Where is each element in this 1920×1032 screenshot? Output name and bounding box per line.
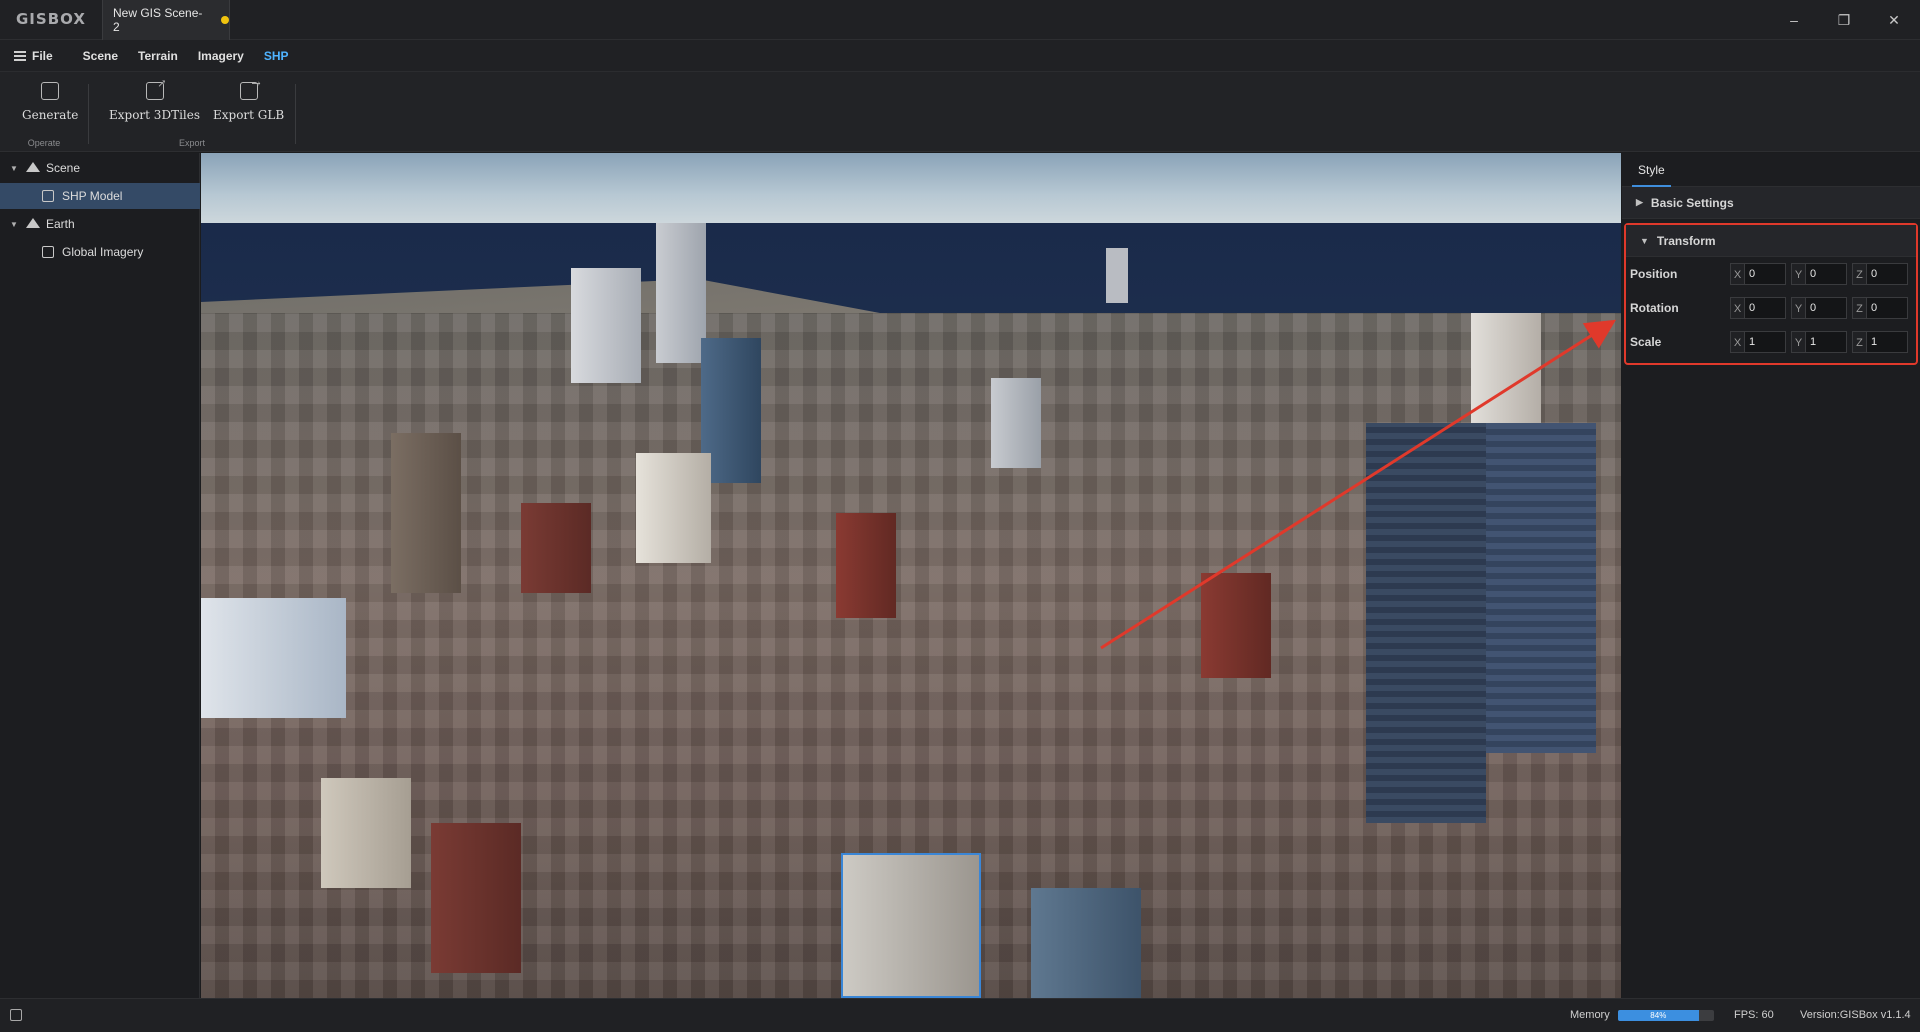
memory-percent-text: 84% (1650, 1011, 1667, 1020)
tree-item-label: SHP Model (62, 189, 123, 203)
axis-x-label: X (1730, 331, 1744, 353)
export-icon: ↗ (145, 78, 167, 100)
unsaved-indicator (221, 16, 229, 24)
menu-scene[interactable]: Scene (73, 40, 128, 72)
tree-item-label: Scene (46, 161, 81, 175)
axis-y-label: Y (1791, 263, 1805, 285)
export-3dtiles-button[interactable]: ↗ Export 3DTiles (109, 78, 201, 128)
expand-caret-icon[interactable]: ▼ (10, 164, 18, 173)
tab-style[interactable]: Style (1632, 153, 1671, 187)
position-row: Position X Y Z (1630, 261, 1913, 287)
axis-z-label: Z (1852, 297, 1866, 319)
rotation-y-input[interactable] (1805, 297, 1847, 319)
memory-progress: 84% (1618, 1010, 1714, 1021)
scale-label: Scale (1630, 335, 1662, 349)
tree-item-global-imagery[interactable]: Global Imagery (0, 239, 200, 265)
generate-button[interactable]: Generate (22, 82, 78, 128)
export-3dtiles-label: Export 3DTiles (109, 108, 201, 122)
menu-imagery[interactable]: Imagery (188, 40, 254, 72)
log-icon[interactable] (10, 1009, 22, 1021)
menu-shp[interactable]: SHP (254, 40, 299, 72)
restore-button[interactable]: ❐ (1820, 0, 1868, 40)
scale-row: Scale X Y Z (1630, 329, 1913, 355)
ribbon-divider (295, 84, 296, 144)
rotation-row: Rotation X Y Z (1630, 295, 1913, 321)
transform-header[interactable]: ▼ Transform (1626, 225, 1916, 257)
axis-z-label: Z (1852, 331, 1866, 353)
rotation-label: Rotation (1630, 301, 1679, 315)
scene-tree: ▼ Scene SHP Model ▼ Earth Global Imagery (0, 153, 200, 998)
operate-group: Generate Operate (0, 72, 88, 152)
position-x-input[interactable] (1744, 263, 1786, 285)
menu-bar: File Scene Terrain Imagery SHP (0, 40, 1920, 72)
minimize-icon: – (1790, 12, 1798, 28)
expand-caret-icon: ▶ (1636, 197, 1643, 207)
document-tab[interactable]: New GIS Scene-2 (102, 0, 230, 40)
close-icon: ✕ (1888, 11, 1900, 28)
expand-caret-icon[interactable]: ▼ (10, 220, 18, 229)
imagery-icon (42, 246, 56, 258)
menu-terrain[interactable]: Terrain (128, 40, 188, 72)
status-bar: Memory 84% FPS: 60 Version:GISBox v1.1.4 (0, 998, 1920, 1032)
model-icon (42, 190, 56, 202)
tree-item-earth[interactable]: ▼ Earth (0, 211, 200, 237)
operate-caption: Operate (27, 138, 61, 148)
axis-z-label: Z (1852, 263, 1866, 285)
properties-panel: Style ▶ Basic Settings ▼ Transform Posit… (1622, 153, 1920, 998)
transform-label: Transform (1656, 233, 1716, 248)
ribbon-toolbar: Generate Operate ↗ Export 3DTiles → Expo… (0, 72, 1920, 152)
restore-icon: ❐ (1837, 11, 1851, 28)
basic-settings-label: Basic Settings (1650, 195, 1734, 210)
collapse-caret-icon: ▼ (1640, 235, 1649, 246)
file-menu-label: File (32, 48, 53, 63)
tree-item-shp-model[interactable]: SHP Model (0, 183, 200, 209)
axis-y-label: Y (1791, 331, 1805, 353)
position-y-input[interactable] (1805, 263, 1847, 285)
properties-tabs: Style (1622, 153, 1920, 187)
export-icon: → (239, 78, 261, 100)
axis-y-label: Y (1791, 297, 1805, 319)
export-glb-label: Export GLB (213, 108, 285, 122)
position-label: Position (1630, 267, 1678, 281)
axis-x-label: X (1730, 263, 1744, 285)
memory-progress-fill: 84% (1618, 1010, 1699, 1021)
export-group: ↗ Export 3DTiles → Export GLB Export (89, 72, 295, 152)
generate-icon (41, 82, 60, 100)
memory-label: Memory (1570, 1009, 1610, 1021)
transform-section: ▼ Transform Position X Y Z Rotation X Y … (1624, 223, 1918, 365)
mountain-icon (26, 162, 40, 174)
generate-label: Generate (22, 108, 79, 122)
position-z-input[interactable] (1866, 263, 1908, 285)
fps-readout: FPS: 60 (1734, 1009, 1774, 1021)
scale-x-input[interactable] (1744, 331, 1786, 353)
rotation-z-input[interactable] (1866, 297, 1908, 319)
export-caption: Export (178, 138, 205, 148)
basic-settings-header[interactable]: ▶ Basic Settings (1622, 187, 1920, 219)
file-menu[interactable]: File (0, 49, 73, 63)
minimize-button[interactable]: – (1770, 0, 1818, 40)
scale-y-input[interactable] (1805, 331, 1847, 353)
scale-z-input[interactable] (1866, 331, 1908, 353)
axis-x-label: X (1730, 297, 1744, 319)
hamburger-icon (14, 49, 26, 63)
app-logo: GISBOX (16, 10, 86, 28)
annotation-arrow (1100, 319, 1617, 650)
tree-item-label: Earth (46, 217, 75, 231)
close-button[interactable]: ✕ (1870, 0, 1918, 40)
3d-viewport[interactable] (201, 153, 1621, 998)
rotation-x-input[interactable] (1744, 297, 1786, 319)
title-bar: GISBOX New GIS Scene-2 – ❐ ✕ (0, 0, 1920, 40)
export-glb-button[interactable]: → Export GLB (213, 78, 285, 128)
document-tab-title: New GIS Scene-2 (113, 6, 203, 34)
tree-item-label: Global Imagery (62, 245, 144, 259)
tree-item-scene[interactable]: ▼ Scene (0, 155, 200, 181)
mountain-icon (26, 218, 40, 230)
version-label: Version:GISBox v1.1.4 (1800, 1009, 1911, 1021)
